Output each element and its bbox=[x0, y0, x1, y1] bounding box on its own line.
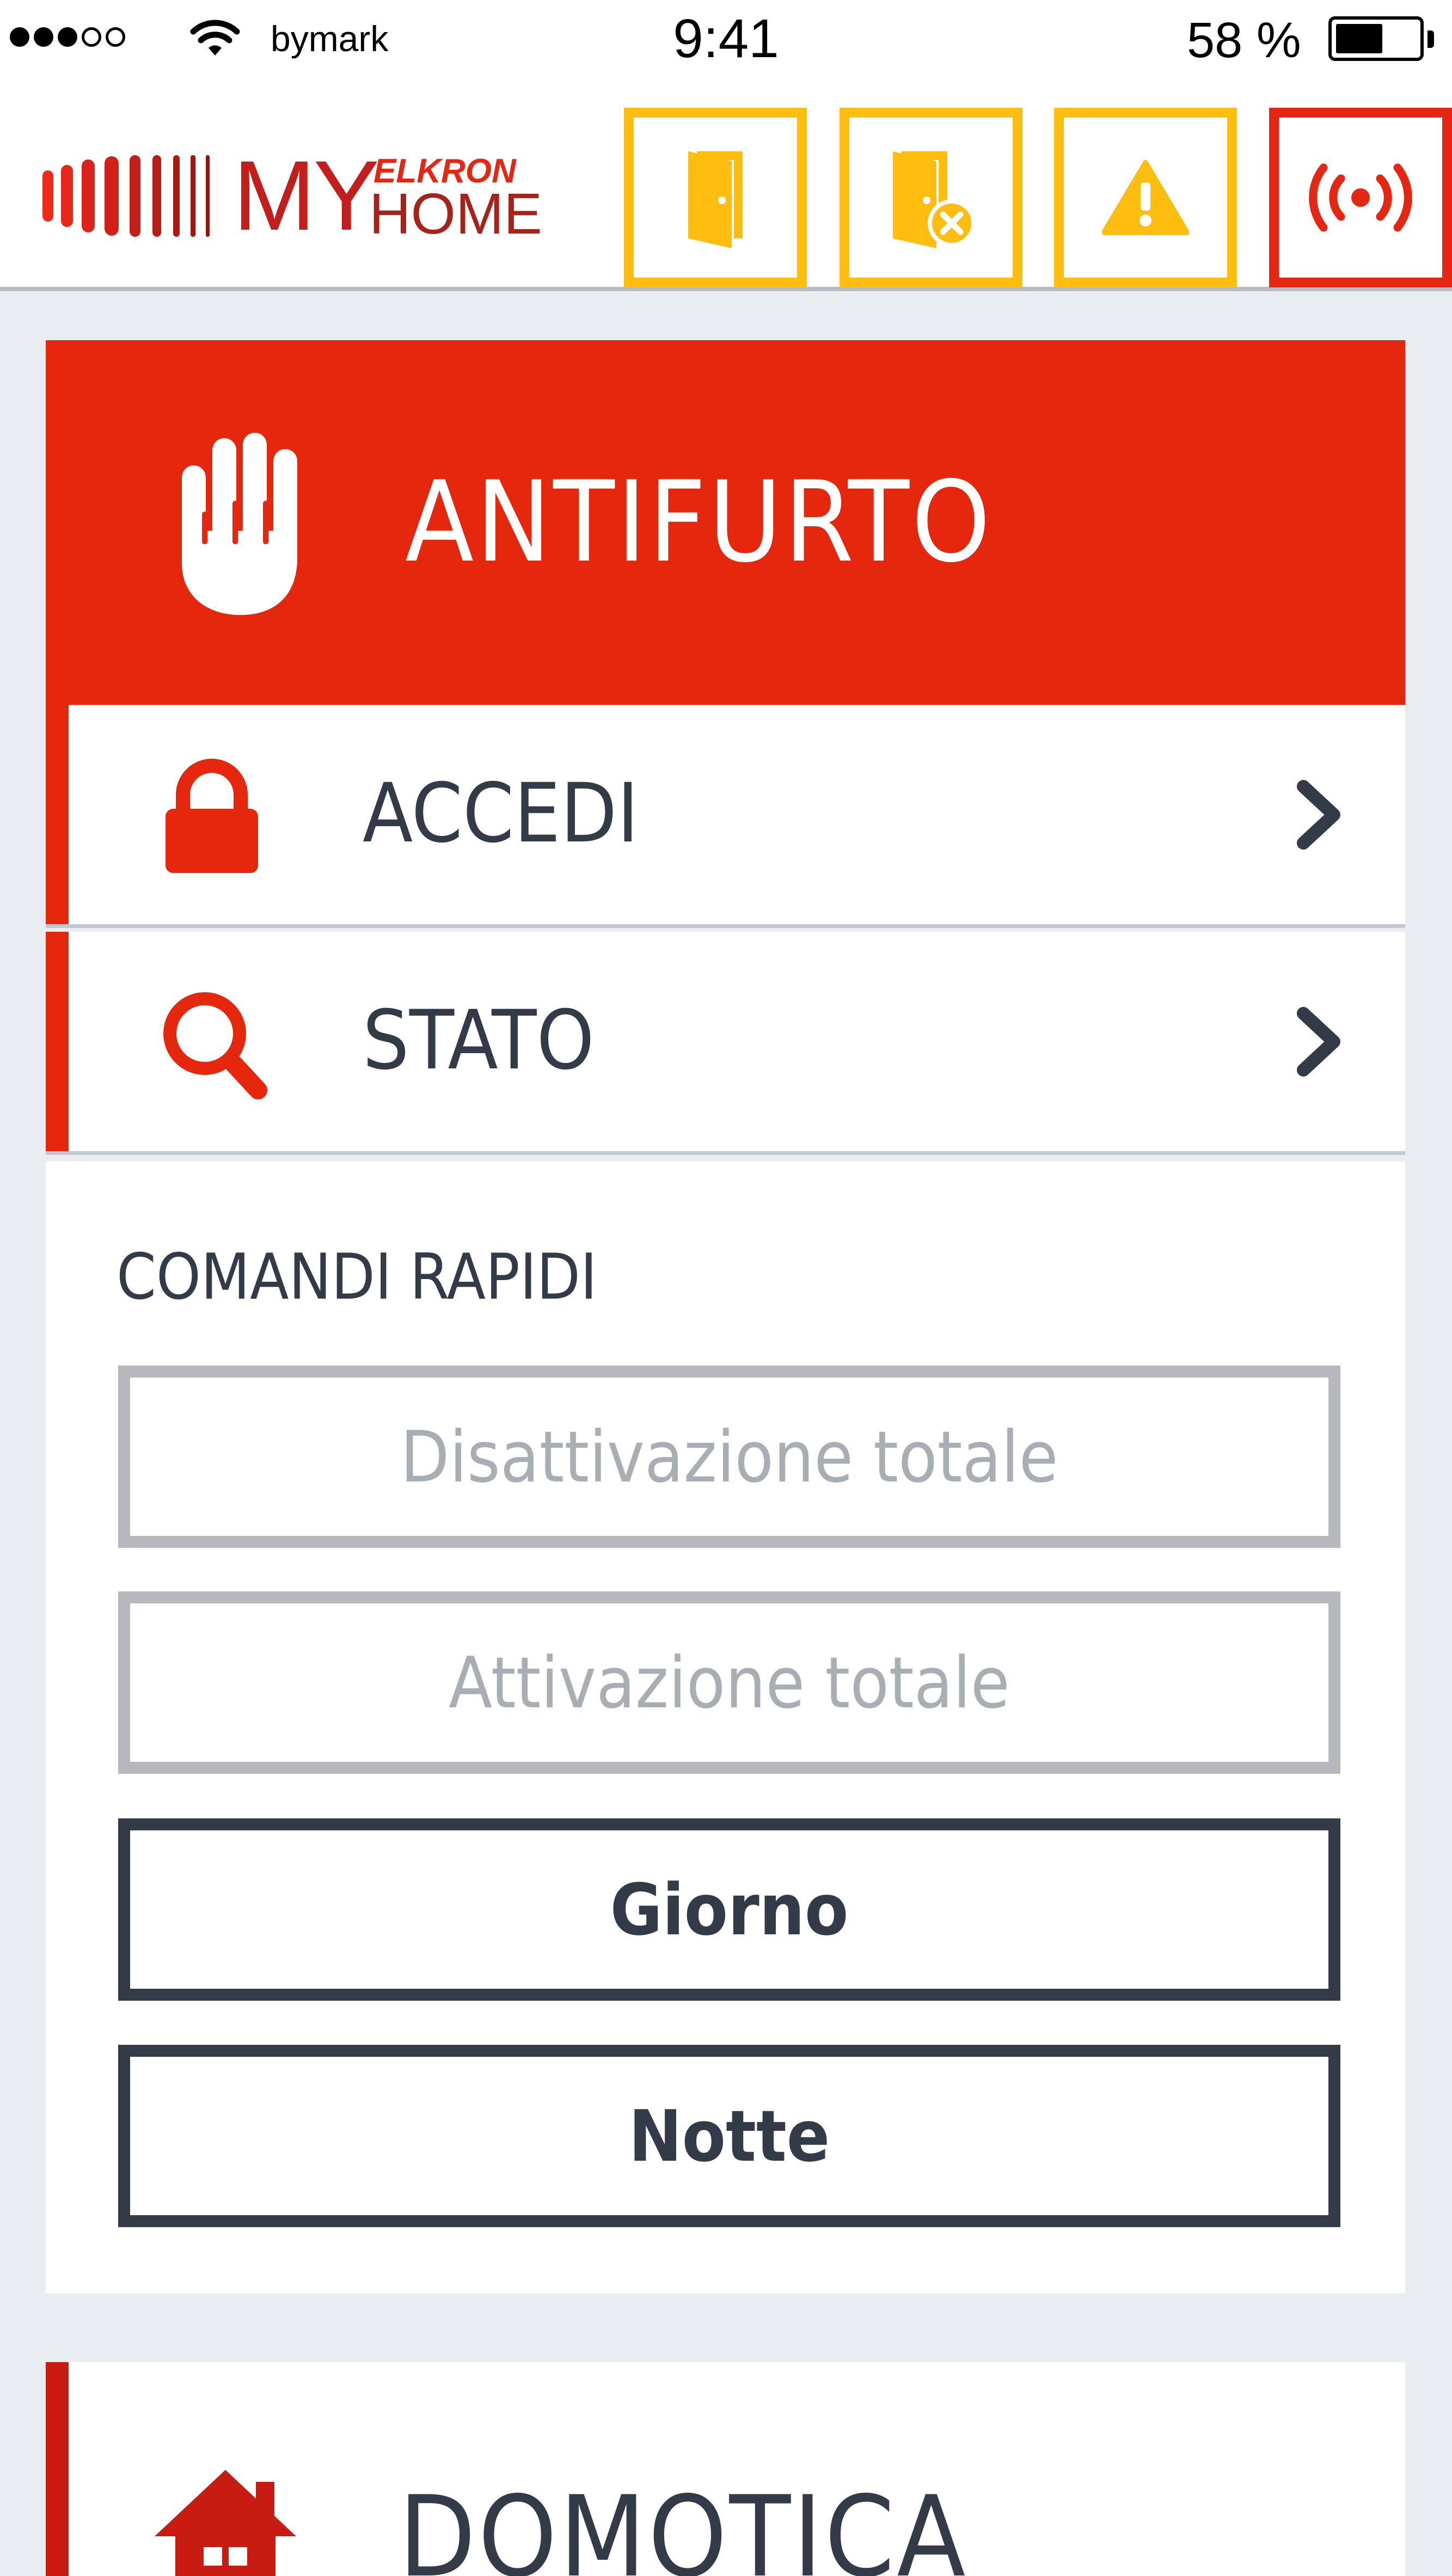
battery-icon bbox=[1328, 16, 1424, 61]
day-mode-button[interactable]: Giorno bbox=[118, 1818, 1340, 2001]
lock-icon bbox=[166, 759, 258, 873]
menu-item-label: ACCEDI bbox=[363, 766, 639, 861]
quick-commands-panel: COMANDI RAPIDI Disattivazione totale Att… bbox=[46, 1161, 1405, 2294]
house-icon bbox=[155, 2470, 296, 2576]
domotica-card[interactable]: DOMOTICA bbox=[46, 2362, 1405, 2576]
domotica-title: DOMOTICA bbox=[399, 2473, 968, 2576]
night-mode-button[interactable]: Notte bbox=[118, 2045, 1340, 2227]
quick-commands-title: COMANDI RAPIDI bbox=[117, 1240, 597, 1314]
excluded-zones-button[interactable] bbox=[840, 108, 1022, 287]
warning-icon bbox=[1102, 160, 1189, 235]
door-open-icon bbox=[688, 151, 743, 248]
menu-item-stato[interactable]: STATO bbox=[46, 932, 1405, 1155]
antifurto-title: ANTIFURTO bbox=[405, 458, 993, 587]
door-excluded-icon bbox=[893, 151, 976, 248]
status-bar: bymark 9:41 58 % bbox=[0, 0, 1452, 82]
search-icon bbox=[163, 992, 267, 1099]
menu-item-accedi[interactable]: ACCEDI bbox=[46, 705, 1405, 928]
logo-home-text: HOME bbox=[369, 182, 542, 246]
logo-my-text: MY bbox=[233, 140, 379, 251]
menu-item-label: STATO bbox=[363, 993, 595, 1088]
hand-icon bbox=[182, 433, 297, 615]
alarm-broadcast-icon bbox=[1309, 163, 1412, 232]
disable-all-button[interactable]: Disattivazione totale bbox=[118, 1366, 1340, 1548]
my-elkron-home-logo: MY ELKRON HOME bbox=[42, 140, 542, 251]
enable-all-button[interactable]: Attivazione totale bbox=[118, 1591, 1340, 1774]
chevron-right-icon bbox=[1297, 780, 1340, 850]
antifurto-header[interactable]: ANTIFURTO bbox=[46, 340, 1405, 705]
logo-bars-icon bbox=[42, 155, 210, 237]
open-zones-button[interactable] bbox=[624, 108, 807, 287]
chevron-right-icon bbox=[1297, 1007, 1340, 1077]
alarm-button[interactable] bbox=[1269, 108, 1452, 287]
app-header: MY ELKRON HOME bbox=[0, 82, 1452, 291]
battery-percent: 58 % bbox=[1187, 13, 1301, 68]
warnings-button[interactable] bbox=[1054, 108, 1237, 287]
